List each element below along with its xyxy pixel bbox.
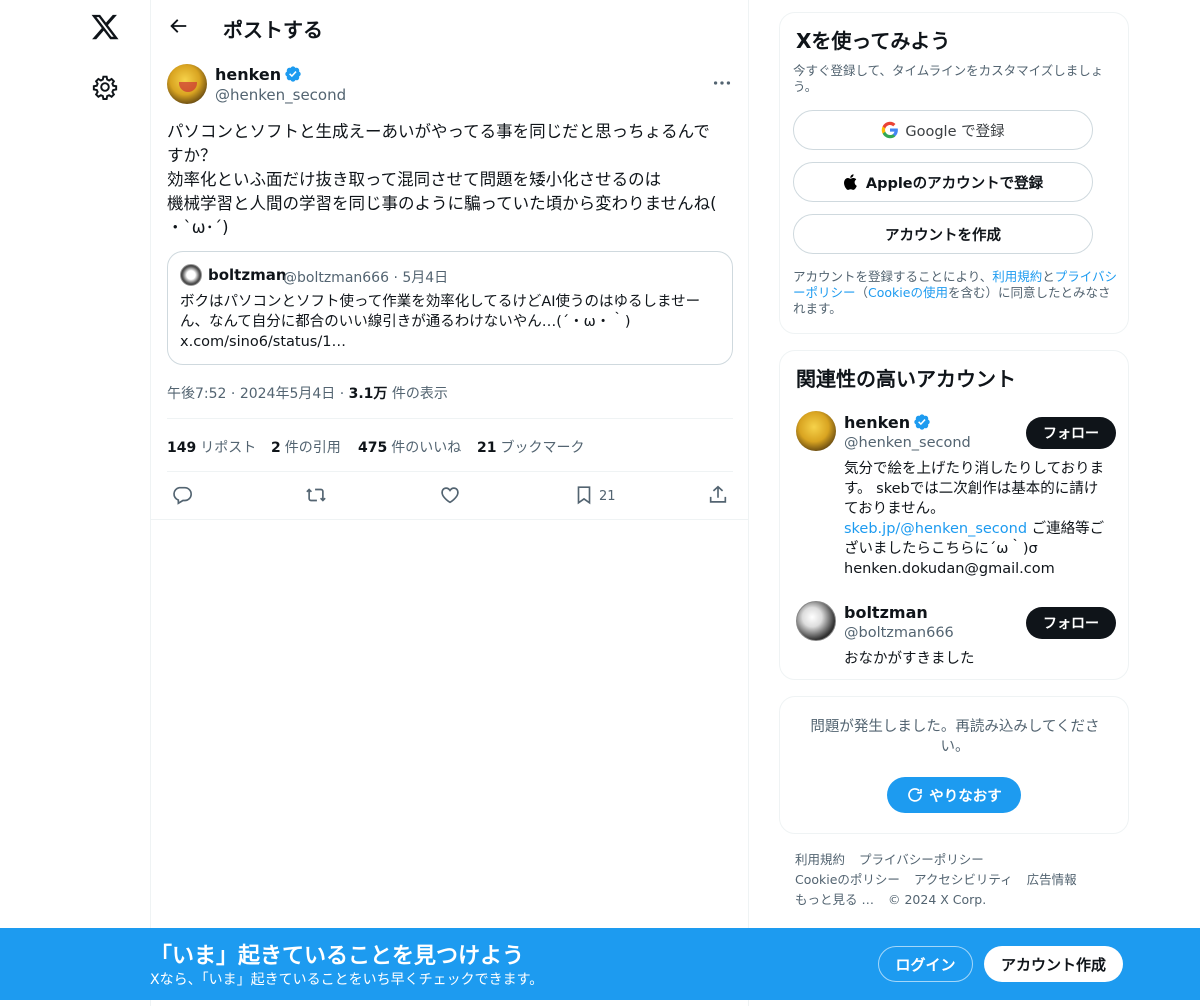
account-handle[interactable]: @boltzman666	[844, 625, 954, 641]
signup-card: Xを使ってみよう 今すぐ登録して、タイムラインをカスタマイズしましょう。 Goo…	[779, 12, 1129, 334]
author-name-row[interactable]: henken	[215, 65, 302, 84]
related-accounts-card: 関連性の高いアカウント henken @henken_second フォロー 気…	[779, 350, 1129, 680]
x-logo-icon[interactable]	[90, 12, 120, 42]
refresh-icon	[908, 788, 923, 802]
verified-badge-icon	[285, 66, 301, 82]
left-nav	[0, 0, 150, 1006]
create-account-label: アカウントを作成	[885, 227, 1001, 244]
account-bio: おなかがすきました	[844, 651, 975, 667]
reposts-count: 149	[167, 440, 197, 456]
repost-icon[interactable]	[305, 484, 327, 506]
bookmarks-label: ブックマーク	[500, 440, 585, 456]
footer-links: 利用規約 プライバシーポリシー Cookieのポリシー アクセシビリティ 広告情報 も…	[795, 850, 1115, 910]
cookie-link[interactable]: Cookieの使用	[868, 285, 948, 300]
signup-banner: 「いま」起きていることを見つけよう Xなら、「いま」起きていることをいち早くチェ…	[0, 928, 1200, 1000]
quoted-post[interactable]: boltzman @boltzman666 · 5月4日 ボクはパソコンとソフト…	[167, 251, 733, 365]
bio-link[interactable]: skeb.jp/@henken_second	[844, 521, 1027, 537]
footer-link[interactable]: 広告情報	[1027, 872, 1077, 887]
terms-link[interactable]: 利用規約	[992, 269, 1042, 284]
gear-icon[interactable]	[92, 74, 118, 100]
quotes-label: 件の引用	[284, 440, 341, 456]
error-message: 問題が発生しました。再読み込みしてください。	[810, 719, 1100, 755]
page-title: ポストする	[223, 18, 323, 42]
footer-link[interactable]: 利用規約	[795, 852, 845, 867]
post-stats: 149 リポスト 2 件の引用 475 件のいいね 21 ブックマーク	[167, 418, 733, 472]
google-icon	[882, 121, 899, 139]
follow-button[interactable]: フォロー	[1026, 417, 1116, 449]
quotes-count: 2	[271, 440, 281, 456]
signup-subtitle: 今すぐ登録して、タイムラインをカスタマイズしましょう。	[793, 63, 1104, 94]
reposts-label: リポスト	[200, 440, 257, 456]
bookmarks-count: 21	[477, 440, 497, 456]
avatar[interactable]	[796, 601, 836, 641]
account-name[interactable]: boltzman	[844, 603, 928, 622]
google-signup-label: Google で登録	[905, 123, 1005, 140]
banner-subtitle: Xなら、「いま」起きていることをいち早くチェックできます。	[150, 972, 544, 988]
legal-text: アカウントを登録することにより、利用規約とプライバシーポリシー（Cookieの使…	[793, 269, 1118, 317]
signup-title: Xを使ってみよう	[796, 29, 951, 53]
post-text: パソコンとソフトと生成えーあいがやってる事を同じだと思っちょるんで すか？ 効率…	[167, 122, 717, 237]
apple-signup-label: Appleのアカウントで登録	[865, 175, 1044, 192]
share-icon[interactable]	[707, 484, 729, 506]
follow-button[interactable]: フォロー	[1026, 607, 1116, 639]
post-meta: 午後7:52 · 2024年5月4日 · 3.1万 件の表示	[167, 386, 448, 402]
arrow-left-icon[interactable]	[167, 15, 189, 37]
bookmark-count: 21	[599, 489, 616, 504]
likes-label: 件のいいね	[391, 440, 462, 456]
quote-avatar	[180, 264, 202, 286]
legal-and: と	[1042, 269, 1055, 284]
more-options-icon[interactable]	[711, 72, 733, 94]
bookmarks-stat[interactable]: 21 ブックマーク	[477, 437, 584, 457]
account-handle[interactable]: @henken_second	[844, 435, 971, 451]
likes-stat[interactable]: 475 件のいいね	[358, 437, 461, 457]
retry-button[interactable]: やりなおす	[887, 777, 1021, 813]
avatar[interactable]	[796, 411, 836, 451]
create-account-button[interactable]: アカウントを作成	[793, 214, 1093, 254]
author-handle[interactable]: @henken_second	[215, 86, 346, 104]
post-date[interactable]: 2024年5月4日	[240, 386, 335, 402]
google-signup-button[interactable]: Google で登録	[793, 110, 1093, 150]
legal-mid: （	[855, 285, 869, 300]
like-icon[interactable]	[439, 484, 461, 506]
signup-button[interactable]: アカウント作成	[984, 946, 1123, 982]
copyright: © 2024 X Corp.	[887, 892, 987, 907]
apple-signup-button[interactable]: Appleのアカウントで登録	[793, 162, 1093, 202]
post-actions: 21	[167, 472, 733, 520]
footer-link[interactable]: Cookieのポリシー	[795, 872, 900, 887]
view-label: 件の表示	[391, 386, 448, 402]
error-card: 問題が発生しました。再読み込みしてください。 やりなおす	[779, 696, 1129, 834]
quotes-stat[interactable]: 2 件の引用	[271, 437, 341, 457]
apple-icon	[843, 174, 857, 190]
likes-count: 475	[358, 440, 388, 456]
banner-title: 「いま」起きていることを見つけよう	[150, 944, 525, 969]
account-name: henken	[844, 413, 911, 432]
bookmark-icon[interactable]	[573, 484, 595, 506]
post-time[interactable]: 午後7:52	[167, 386, 226, 402]
login-button[interactable]: ログイン	[878, 946, 973, 982]
account-bio: 気分で絵を上げたり消したりしております。 skebでは二次創作は基本的に請けてお…	[844, 459, 1112, 579]
post-author: henken @henken_second	[167, 64, 733, 108]
retry-label: やりなおす	[929, 788, 1002, 805]
quote-author-handle: @boltzman666 · 5月4日	[283, 270, 449, 286]
view-count: 3.1万	[348, 386, 388, 402]
author-name[interactable]: henken	[215, 65, 281, 84]
quote-text: ボクはパソコンとソフト使って作業を効率化してるけどAI使うのはゆるしませー ん、…	[180, 294, 701, 350]
reply-icon[interactable]	[171, 484, 193, 506]
account-name-row[interactable]: henken	[844, 413, 931, 432]
quote-author-name: boltzman	[208, 266, 287, 284]
footer-link[interactable]: プライバシーポリシー	[859, 852, 984, 867]
divider	[151, 519, 749, 520]
reposts-stat[interactable]: 149 リポスト	[167, 437, 256, 457]
footer-link[interactable]: アクセシビリティ	[914, 872, 1013, 887]
legal-pre: アカウントを登録することにより、	[793, 269, 993, 284]
related-title: 関連性の高いアカウント	[796, 367, 1016, 391]
verified-badge-icon	[914, 414, 930, 430]
footer-more-link[interactable]: もっと見る …	[795, 892, 874, 907]
top-bar: ポストする	[151, 0, 749, 54]
main-column: ポストする henken @henken_second パソコンとソフトと生成え…	[150, 0, 749, 1006]
bio-text: 気分で絵を上げたり消したりしております。 skebでは二次創作は基本的に請けてお…	[844, 461, 1105, 517]
avatar[interactable]	[167, 64, 207, 104]
